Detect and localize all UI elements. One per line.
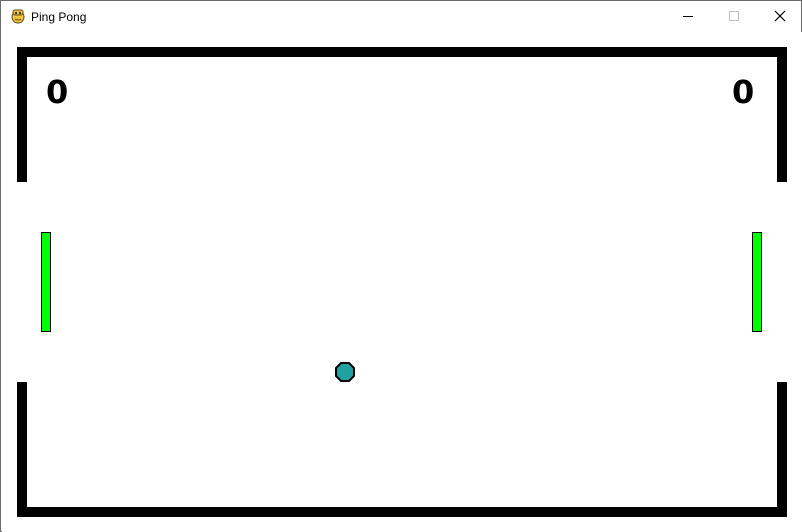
title-bar[interactable]: Ping Pong	[1, 1, 801, 32]
close-icon	[774, 10, 786, 22]
top-wall	[17, 47, 787, 57]
ball	[335, 362, 355, 382]
left-lower-wall	[17, 382, 27, 517]
left-paddle	[41, 232, 51, 332]
window-title: Ping Pong	[31, 10, 87, 24]
right-upper-wall	[777, 47, 787, 182]
maximize-icon	[729, 11, 739, 21]
ball-shape	[335, 362, 355, 382]
maximize-button[interactable]	[711, 1, 757, 31]
left-player-score: 0	[46, 73, 69, 111]
right-paddle	[752, 232, 762, 332]
left-upper-wall	[17, 47, 27, 182]
minimize-button[interactable]	[665, 1, 711, 31]
close-button[interactable]	[757, 1, 802, 31]
app-window: Ping Pong 0 0	[0, 0, 802, 532]
minimize-icon	[683, 16, 693, 17]
bottom-wall	[17, 507, 787, 517]
right-player-score: 0	[732, 73, 755, 111]
right-lower-wall	[777, 382, 787, 517]
game-canvas[interactable]: 0 0	[2, 32, 802, 532]
pygame-snake-icon	[10, 8, 26, 24]
